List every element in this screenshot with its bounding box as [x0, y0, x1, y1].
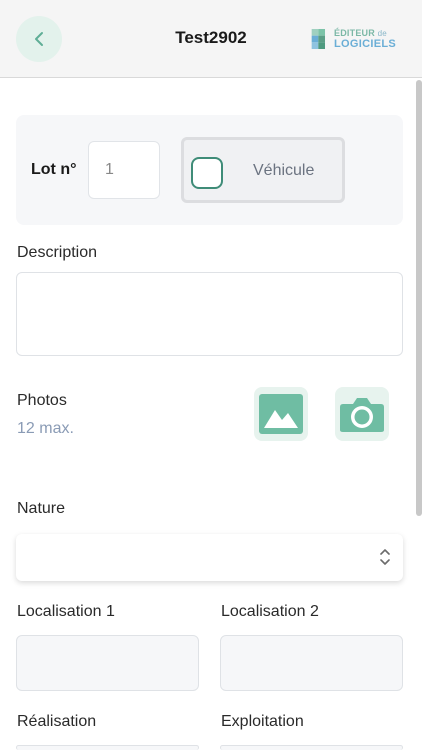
logo-text-line1: ÉDITEUR — [334, 27, 375, 38]
logo-text-line2: LOGICIELS — [334, 37, 396, 50]
realisation-label: Réalisation — [17, 713, 97, 730]
localisation1-label: Localisation 1 — [17, 603, 115, 620]
app-header: Test2902 ÉDITEUR de LOGICIELS — [0, 0, 422, 78]
vehicule-checkbox[interactable] — [191, 157, 223, 189]
exploitation-input[interactable] — [220, 745, 403, 750]
exploitation-label: Exploitation — [221, 713, 304, 730]
vehicule-toggle[interactable]: Véhicule — [181, 137, 345, 203]
nature-select[interactable] — [16, 534, 403, 581]
nature-label: Nature — [17, 500, 66, 517]
gallery-button[interactable] — [254, 387, 308, 441]
description-label: Description — [17, 244, 98, 261]
scrollbar-thumb[interactable] — [416, 80, 422, 516]
select-arrows-icon — [380, 549, 390, 565]
localisation2-input[interactable] — [220, 635, 403, 691]
photos-label: Photos — [17, 392, 67, 409]
localisation2-label: Localisation 2 — [221, 603, 319, 620]
lot-number-input[interactable] — [88, 141, 160, 199]
image-icon — [259, 394, 303, 434]
company-logo: ÉDITEUR de LOGICIELS — [310, 22, 396, 56]
realisation-input[interactable] — [16, 745, 199, 750]
description-field[interactable] — [16, 272, 403, 356]
lot-number-label: Lot n° — [31, 161, 77, 178]
photos-max-hint: 12 max. — [17, 420, 74, 437]
camera-button[interactable] — [335, 387, 389, 441]
localisation1-input[interactable] — [16, 635, 199, 691]
logo-mark-icon — [311, 28, 326, 50]
logo-text-small: de — [377, 28, 387, 38]
vehicule-label: Véhicule — [253, 162, 315, 179]
camera-icon — [340, 398, 384, 432]
